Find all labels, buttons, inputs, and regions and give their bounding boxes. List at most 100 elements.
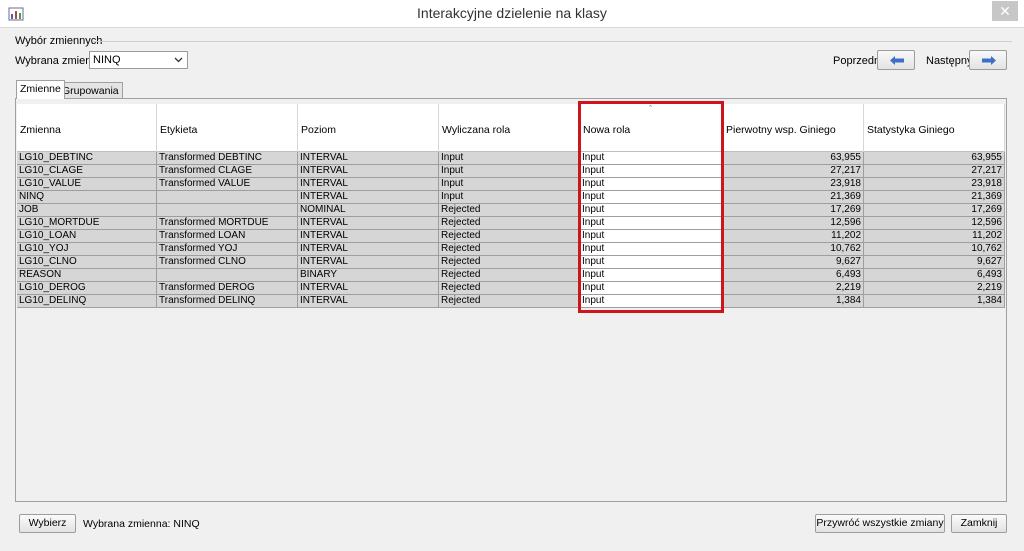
table-row[interactable]: LG10_VALUE Transformed VALUE INTERVAL Input… [17,178,1005,191]
table-header: ˆ Zmienna Etykieta Poziom Wyliczana rola Now… [17,104,1005,152]
cell-computed-role: Input [439,152,580,165]
previous-label: Poprzedni [833,55,883,67]
cell-computed-role: Rejected [439,230,580,243]
cell-new-role[interactable]: Input [580,256,723,269]
cell-gini-statistic: 9,627 [864,256,1005,269]
cell-new-role[interactable]: Input [580,178,723,191]
cell-original-gini: 12,596 [723,217,864,230]
column-header-new-role[interactable]: Nowa rola [580,104,723,152]
column-header-gini-statistic[interactable]: Statystyka Giniego [864,104,1005,152]
selected-variable-value: NINQ [93,54,121,66]
cell-label: Transformed CLNO [157,256,298,269]
column-header-label[interactable]: Etykieta [157,104,298,152]
table-row[interactable]: LG10_DELINQ Transformed DELINQ INTERVAL Rej… [17,295,1005,308]
table-row[interactable]: LG10_CLAGE Transformed CLAGE INTERVAL Input… [17,165,1005,178]
tab-groupings[interactable]: Grupowania [58,82,123,99]
window-title: Interakcyjne dzielenie na klasy [417,5,607,21]
cell-original-gini: 63,955 [723,152,864,165]
cell-new-role[interactable]: Input [580,269,723,282]
cell-new-role[interactable]: Input [580,152,723,165]
cell-variable: LG10_DELINQ [17,295,157,308]
cell-original-gini: 27,217 [723,165,864,178]
column-header-computed-role[interactable]: Wyliczana rola [439,104,580,152]
cell-original-gini: 1,384 [723,295,864,308]
cell-original-gini: 11,202 [723,230,864,243]
variable-selection-group-label: Wybór zmiennych [15,35,103,47]
cell-original-gini: 2,219 [723,282,864,295]
cell-new-role[interactable]: Input [580,230,723,243]
cell-new-role[interactable]: Input [580,165,723,178]
cell-gini-statistic: 12,596 [864,217,1005,230]
cell-variable: LG10_MORTDUE [17,217,157,230]
table-row[interactable]: JOB NOMINAL Rejected Input 17,269 17,269 [17,204,1005,217]
cell-new-role[interactable]: Input [580,204,723,217]
cell-computed-role: Rejected [439,217,580,230]
cell-original-gini: 21,369 [723,191,864,204]
previous-button[interactable] [877,50,915,70]
select-button[interactable]: Wybierz [19,514,76,533]
cell-variable: LG10_CLAGE [17,165,157,178]
cell-level: INTERVAL [298,178,439,191]
cell-computed-role: Input [439,165,580,178]
cell-new-role[interactable]: Input [580,191,723,204]
cell-label [157,191,298,204]
column-header-original-gini[interactable]: Pierwotny wsp. Giniego [723,104,864,152]
cell-label: Transformed CLAGE [157,165,298,178]
next-button[interactable] [969,50,1007,70]
cell-new-role[interactable]: Input [580,282,723,295]
table-row[interactable]: LG10_DEBTINC Transformed DEBTINC INTERVAL I… [17,152,1005,165]
cell-label: Transformed LOAN [157,230,298,243]
cell-new-role[interactable]: Input [580,295,723,308]
cell-gini-statistic: 23,918 [864,178,1005,191]
cell-computed-role: Input [439,191,580,204]
cell-label: Transformed DEBTINC [157,152,298,165]
cell-computed-role: Input [439,178,580,191]
cell-new-role[interactable]: Input [580,243,723,256]
table-row[interactable]: LG10_DEROG Transformed DEROG INTERVAL Rejec… [17,282,1005,295]
cell-level: INTERVAL [298,165,439,178]
arrow-right-icon [982,56,996,65]
cell-level: INTERVAL [298,282,439,295]
cell-original-gini: 9,627 [723,256,864,269]
restore-all-changes-button[interactable]: Przywróć wszystkie zmiany [815,514,945,533]
table-row[interactable]: LG10_MORTDUE Transformed MORTDUE INTERVAL R… [17,217,1005,230]
cell-variable: LG10_CLNO [17,256,157,269]
cell-gini-statistic: 1,384 [864,295,1005,308]
cell-variable: REASON [17,269,157,282]
cell-gini-statistic: 6,493 [864,269,1005,282]
cell-level: INTERVAL [298,217,439,230]
chevron-down-icon [174,57,183,63]
cell-computed-role: Rejected [439,282,580,295]
group-divider [92,41,1012,42]
cell-level: INTERVAL [298,230,439,243]
table-row[interactable]: LG10_YOJ Transformed YOJ INTERVAL Rejected I… [17,243,1005,256]
table-row[interactable]: NINQ INTERVAL Input Input 21,369 21,369 [17,191,1005,204]
cell-level: NOMINAL [298,204,439,217]
cell-gini-statistic: 21,369 [864,191,1005,204]
cell-label: Transformed DELINQ [157,295,298,308]
close-button[interactable]: Zamknij [951,514,1007,533]
arrow-left-icon [890,56,904,65]
cell-label: Transformed DEROG [157,282,298,295]
selected-variable-dropdown[interactable]: NINQ [89,51,188,69]
cell-variable: LG10_YOJ [17,243,157,256]
column-header-level[interactable]: Poziom [298,104,439,152]
column-header-variable[interactable]: Zmienna [17,104,157,152]
close-window-button[interactable]: ✕ [992,1,1018,21]
cell-original-gini: 17,269 [723,204,864,217]
cell-original-gini: 23,918 [723,178,864,191]
table-row[interactable]: REASON BINARY Rejected Input 6,493 6,493 [17,269,1005,282]
cell-computed-role: Rejected [439,256,580,269]
cell-level: INTERVAL [298,152,439,165]
table-row[interactable]: LG10_LOAN Transformed LOAN INTERVAL Rejecte… [17,230,1005,243]
cell-computed-role: Rejected [439,295,580,308]
tab-variables[interactable]: Zmienne [16,80,65,99]
cell-label: Transformed MORTDUE [157,217,298,230]
cell-level: INTERVAL [298,256,439,269]
table-row[interactable]: LG10_CLNO Transformed CLNO INTERVAL Rejecte… [17,256,1005,269]
cell-variable: NINQ [17,191,157,204]
cell-level: INTERVAL [298,295,439,308]
cell-variable: JOB [17,204,157,217]
cell-new-role[interactable]: Input [580,217,723,230]
status-selected-variable: Wybrana zmienna: NINQ [83,518,200,530]
